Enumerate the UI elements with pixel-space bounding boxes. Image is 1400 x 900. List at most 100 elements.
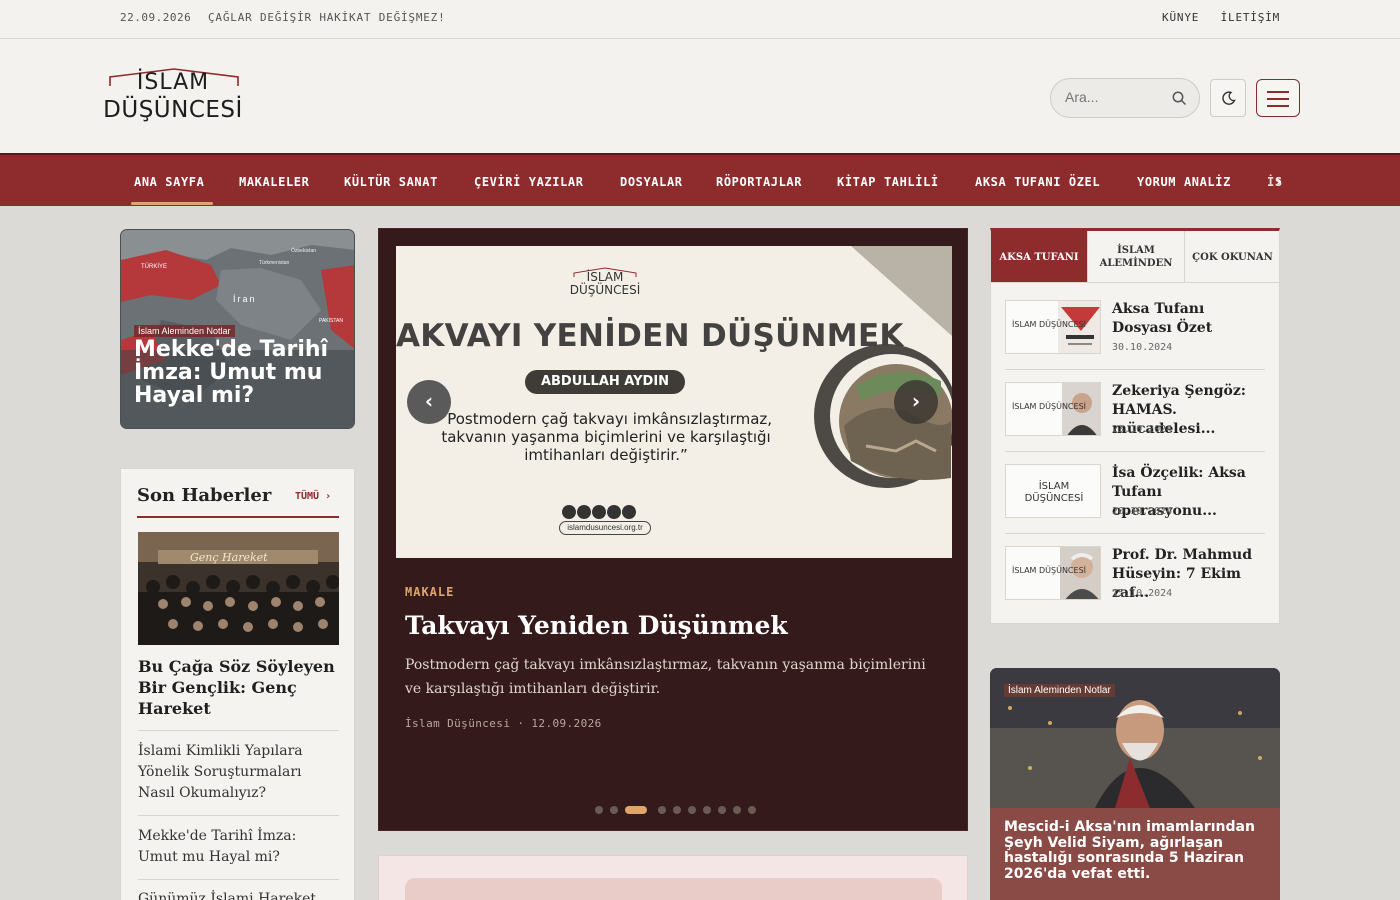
slider-dot[interactable] <box>595 806 603 814</box>
hamburger-menu-button[interactable] <box>1256 79 1300 117</box>
slider-dot[interactable] <box>625 806 647 814</box>
divider <box>1005 369 1265 370</box>
promo-inner <box>405 878 942 900</box>
thumb-logo-text: İSLAM DÜŞÜNCESİ <box>1024 481 1084 504</box>
nav-kultur-sanat[interactable]: KÜLTÜR SANAT <box>344 175 438 189</box>
slider-dot[interactable] <box>673 806 681 814</box>
hero-slider: İSLAM DÜŞÜNCESİ AKVAYI YENİDEN DÜŞÜNMEK … <box>378 228 968 831</box>
map-label: PAKİSTAN <box>319 317 343 324</box>
slider-dot[interactable] <box>718 806 726 814</box>
see-all-link[interactable]: TÜMÜ › <box>295 491 331 502</box>
item-date: 20.10.2024 <box>1112 506 1173 517</box>
chevron-right-icon[interactable]: › <box>1276 172 1282 190</box>
logo-line-1: İSLAM <box>136 70 210 95</box>
site-header: İSLAM DÜŞÜNCESİ <box>0 39 1400 153</box>
divider <box>138 815 339 816</box>
slide-image[interactable]: İSLAM DÜŞÜNCESİ AKVAYI YENİDEN DÜŞÜNMEK … <box>396 246 952 558</box>
left-feature-card[interactable]: TÜRKİYE İran Özbekistan Türkmenistan PAK… <box>120 229 355 429</box>
photo-banner-text: Genç Hareket <box>190 551 268 564</box>
item-title[interactable]: Aksa Tufanı Dosyası Özet <box>1112 300 1267 338</box>
slider-dot[interactable] <box>703 806 711 814</box>
divider <box>1005 533 1265 534</box>
search-icon[interactable] <box>1172 91 1187 106</box>
category-badge[interactable]: İslam Aleminden Notlar <box>1004 684 1115 697</box>
nav-aksa-tufani-ozel[interactable]: AKSA TUFANI ÖZEL <box>975 175 1100 189</box>
link-kunye[interactable]: KÜNYE <box>1162 11 1199 24</box>
hero-title[interactable]: Takvayı Yeniden Düşünmek <box>405 611 788 640</box>
item-date: 30.10.2024 <box>1112 342 1173 353</box>
nsosyal-icon <box>622 505 636 519</box>
news-item[interactable]: İslami Kimlikli Yapılara Yönelik Soruştu… <box>138 741 339 804</box>
map-label: TÜRKİYE <box>141 263 167 270</box>
crowd-image: Genç Hareket <box>138 532 339 645</box>
slider-dot[interactable] <box>748 806 756 814</box>
map-label: İran <box>233 294 257 304</box>
thumbnail: İSLAM DÜŞÜNCESİ <box>1005 546 1101 600</box>
news-item[interactable]: Günümüz İslami Hareket <box>138 889 339 900</box>
thumbnail: İSLAM DÜŞÜNCESİ <box>1005 300 1101 354</box>
news-lead-photo[interactable]: Genç Hareket <box>138 532 339 645</box>
facebook-icon <box>592 505 606 519</box>
hero-category[interactable]: MAKALE <box>405 585 454 599</box>
slide-background <box>396 246 952 558</box>
slider-dot[interactable] <box>733 806 741 814</box>
nav-ceviri-yazilar[interactable]: ÇEVİRİ YAZILAR <box>474 175 584 189</box>
slide-big-title: AKVAYI YENİDEN DÜŞÜNMEK <box>396 318 904 354</box>
top-bar: 22.09.2026 ÇAĞLAR DEĞİŞİR HAKİKAT DEĞİŞM… <box>0 0 1400 39</box>
site-logo[interactable]: İSLAM DÜŞÜNCESİ <box>100 67 250 127</box>
feature-title[interactable]: Mescid-i Aksa'nın imamlarından Şeyh Veli… <box>1004 819 1269 882</box>
dark-mode-toggle[interactable] <box>1210 79 1246 117</box>
nav-yorum-analiz[interactable]: YORUM ANALİZ <box>1137 175 1231 189</box>
slide-quote: “Postmodern çağ takvayı imkânsızlaştırma… <box>439 410 773 464</box>
x-icon <box>607 505 621 519</box>
map-label: Özbekistan <box>291 247 316 254</box>
heading-divider <box>137 516 339 518</box>
tab-islam-aleminden[interactable]: İSLAM ALEMİNDEN <box>1087 231 1184 283</box>
tab-aksa-tufani[interactable]: AKSA TUFANI <box>991 231 1087 283</box>
slide-logo-line-1: İSLAM <box>586 270 624 284</box>
hero-meta: İslam Düşüncesi · 12.09.2026 <box>405 717 602 730</box>
item-date: 15.10.2024 <box>1112 588 1173 599</box>
slider-prev-button[interactable]: ‹ <box>407 380 451 424</box>
moon-icon <box>1222 91 1236 105</box>
search-input[interactable] <box>1065 89 1165 105</box>
nav-kitap-tahlili[interactable]: KİTAP TAHLİLİ <box>837 175 939 189</box>
item-date: 23.10.2024 <box>1112 424 1173 435</box>
site-motto: ÇAĞLAR DEĞİŞİR HAKİKAT DEĞİŞMEZ! <box>208 11 446 24</box>
divider <box>138 879 339 880</box>
chevron-left-icon: ‹ <box>424 389 434 413</box>
instagram-icon <box>562 505 576 519</box>
slider-dot[interactable] <box>658 806 666 814</box>
thumb-logo-text: İSLAM DÜŞÜNCESİ <box>1012 566 1087 575</box>
nav-ana-sayfa[interactable]: ANA SAYFA <box>134 175 204 189</box>
right-feature-card[interactable]: İslam Aleminden Notlar Mescid-i Aksa'nın… <box>990 668 1280 900</box>
news-lead-title[interactable]: Bu Çağa Söz Söyleyen Bir Gençlik: Genç H… <box>138 656 339 719</box>
top-links: KÜNYE İLETİŞİM <box>1148 11 1280 24</box>
thumbnail: İSLAM DÜŞÜNCESİ <box>1005 464 1101 518</box>
feature-title[interactable]: Mekke'de Tarihî İmza: Umut mu Hayal mi? <box>134 338 349 407</box>
slide-author-pill: ABDULLAH AYDIN <box>525 370 685 394</box>
tab-cok-okunan[interactable]: ÇOK OKUNAN <box>1184 231 1280 283</box>
search-box[interactable] <box>1050 78 1200 118</box>
tab-list-item[interactable]: İSLAM DÜŞÜNCESİ Prof. Dr. Mahmud Hüseyin… <box>1005 546 1265 628</box>
nav-roportajlar[interactable]: RÖPORTAJLAR <box>716 175 802 189</box>
latest-news-panel: Son Haberler TÜMÜ › Genç Hareket Bu Çağa… <box>120 468 355 900</box>
slide-logo-line-2: DÜŞÜNCESİ <box>569 283 641 297</box>
map-label: Türkmenistan <box>259 260 290 266</box>
youtube-icon <box>577 505 591 519</box>
promo-box <box>378 855 968 900</box>
thumbnail: İSLAM DÜŞÜNCESİ <box>1005 382 1101 436</box>
hero-description: Postmodern çağ takvayı imkânsızlaştırmaz… <box>405 657 926 697</box>
nav-dosyalar[interactable]: DOSYALAR <box>620 175 683 189</box>
slide-url: islamdusuncesi.org.tr <box>559 521 651 535</box>
slider-dot[interactable] <box>688 806 696 814</box>
news-item[interactable]: Mekke'de Tarihî İmza: Umut mu Hayal mi? <box>138 826 339 868</box>
nav-makaleler[interactable]: MAKALELER <box>239 175 309 189</box>
link-iletisim[interactable]: İLETİŞİM <box>1221 11 1280 24</box>
logo-line-2: DÜŞÜNCESİ <box>103 97 243 123</box>
category-badge[interactable]: İslam Aleminden Notlar <box>134 325 235 337</box>
menu-line-icon <box>1267 91 1289 93</box>
slider-next-button[interactable]: › <box>894 380 938 424</box>
slider-dot[interactable] <box>610 806 618 814</box>
main-nav: ANA SAYFA MAKALELER KÜLTÜR SANAT ÇEVİRİ … <box>0 153 1400 206</box>
